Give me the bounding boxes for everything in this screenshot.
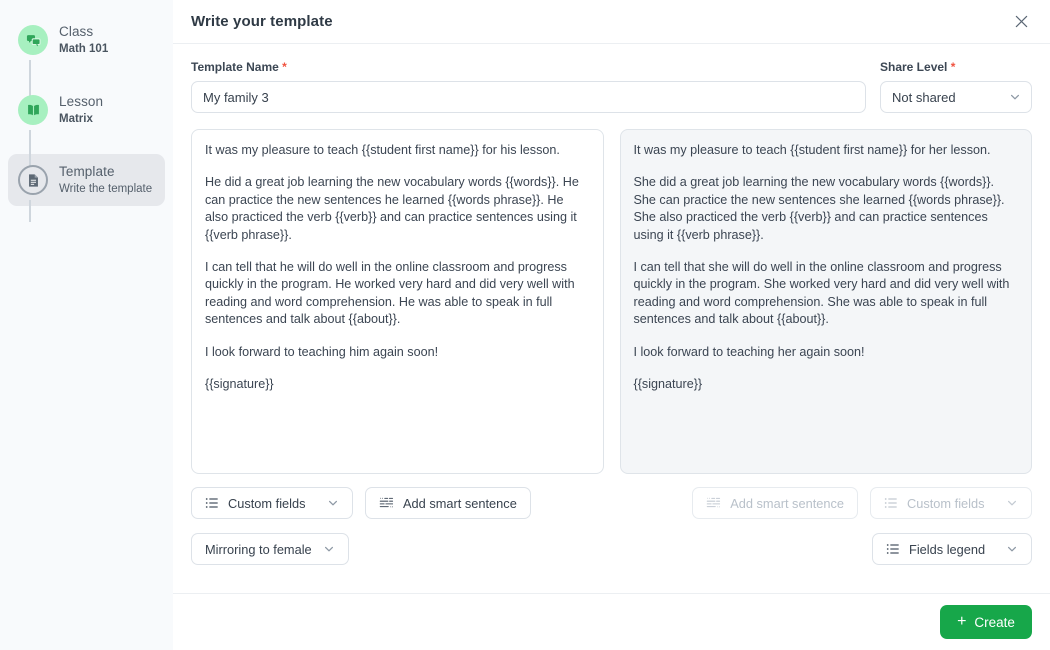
step-list: Class Math 101 Lesson Matrix Template Wr… bbox=[0, 14, 173, 222]
male-paragraph: It was my pleasure to teach {{student fi… bbox=[205, 143, 560, 157]
mirroring-label: Mirroring to female bbox=[205, 541, 312, 557]
female-paragraph: I look forward to teaching her again soo… bbox=[633, 344, 865, 359]
plus-icon: + bbox=[957, 613, 967, 630]
chevron-down-icon bbox=[1006, 497, 1018, 509]
template-name-label: Template Name * bbox=[191, 60, 866, 74]
custom-fields-button-left[interactable]: Custom fields bbox=[191, 487, 353, 519]
chevron-down-icon bbox=[1009, 91, 1021, 103]
add-smart-sentence-label-left: Add smart sentence bbox=[403, 495, 517, 511]
editor-toolbar-left: Custom fields Add smart sentence bbox=[191, 487, 604, 519]
male-paragraph: He did a great job learning the new voca… bbox=[205, 175, 579, 242]
female-paragraph: {{signature}} bbox=[633, 377, 703, 392]
share-level-label: Share Level * bbox=[880, 60, 1032, 74]
sidebar-item-class-subtitle: Math 101 bbox=[59, 43, 109, 56]
fields-legend-button[interactable]: Fields legend bbox=[872, 533, 1032, 565]
chevron-down-icon bbox=[1006, 543, 1018, 555]
list-icon bbox=[886, 542, 900, 556]
template-name-input[interactable] bbox=[191, 81, 866, 113]
modal-header: Write your template bbox=[173, 0, 1050, 44]
sidebar-item-lesson-text: Lesson Matrix bbox=[59, 94, 103, 126]
female-paragraph: It was my pleasure to teach {{student fi… bbox=[633, 143, 991, 157]
template-name-field: Template Name * bbox=[191, 60, 866, 113]
sidebar-item-lesson-title: Lesson bbox=[59, 93, 104, 109]
chevron-down-icon bbox=[323, 543, 335, 555]
female-paragraph: She did a great job learning the new voc… bbox=[633, 175, 1005, 242]
step-connector-3 bbox=[29, 200, 31, 222]
share-level-label-text: Share Level bbox=[880, 60, 948, 74]
template-modal: Write your template Template Name * My f… bbox=[173, 0, 1050, 650]
sidebar-item-template-text: Template Write the template bbox=[59, 164, 152, 196]
male-paragraph: I can tell that he will do well in the o… bbox=[205, 260, 575, 327]
share-level-value: Not shared bbox=[892, 89, 956, 105]
close-icon[interactable] bbox=[1010, 11, 1032, 33]
book-icon bbox=[18, 95, 48, 125]
page-title: Write your template bbox=[191, 13, 333, 30]
editor-panels: It was my pleasure to teach {{student fi… bbox=[191, 129, 1032, 474]
share-level-field: Share Level * Not shared bbox=[880, 60, 1032, 113]
custom-fields-button-right: Custom fields bbox=[870, 487, 1032, 519]
editor-toolbar-right: Add smart sentence Custom fields bbox=[620, 487, 1032, 519]
add-smart-sentence-label-right: Add smart sentence bbox=[730, 495, 844, 511]
editor-toolbar-row: Custom fields Add smart sentence Add sma… bbox=[191, 487, 1032, 519]
mirroring-group: Mirroring to female bbox=[191, 533, 872, 565]
sidebar-item-template-subtitle: Write the template bbox=[59, 183, 153, 196]
list-icon bbox=[884, 496, 898, 510]
share-level-select[interactable]: Not shared bbox=[880, 81, 1032, 113]
app-root: Class Math 101 Lesson Matrix Template Wr… bbox=[0, 0, 1050, 650]
fields-legend-group: Fields legend bbox=[872, 533, 1032, 565]
sidebar-item-class-text: Class Math 101 bbox=[59, 24, 108, 56]
sidebar-item-class[interactable]: Class Math 101 bbox=[8, 14, 165, 66]
male-template-editor[interactable]: It was my pleasure to teach {{student fi… bbox=[191, 129, 604, 474]
modal-footer: + Create bbox=[173, 593, 1050, 650]
secondary-toolbar-row: Mirroring to female Fields legend bbox=[191, 533, 1032, 565]
sidebar-item-class-title: Class bbox=[59, 23, 94, 39]
mirroring-select[interactable]: Mirroring to female bbox=[191, 533, 349, 565]
modal-body: Template Name * Share Level * Not shared bbox=[173, 44, 1050, 593]
list-icon bbox=[205, 496, 219, 510]
smart-sentence-icon bbox=[379, 496, 394, 510]
male-paragraph: I look forward to teaching him again soo… bbox=[205, 344, 439, 359]
create-button-label: Create bbox=[974, 614, 1015, 630]
female-template-editor: It was my pleasure to teach {{student fi… bbox=[619, 129, 1032, 474]
custom-fields-label-right: Custom fields bbox=[907, 495, 985, 511]
male-paragraph: {{signature}} bbox=[205, 377, 274, 392]
chat-class-icon bbox=[18, 25, 48, 55]
chevron-down-icon bbox=[327, 497, 339, 509]
sidebar-item-template[interactable]: Template Write the template bbox=[8, 154, 165, 206]
female-paragraph: I can tell that she will do well in the … bbox=[633, 260, 1010, 327]
template-name-label-text: Template Name bbox=[191, 60, 279, 74]
document-icon bbox=[18, 165, 48, 195]
add-smart-sentence-button-left[interactable]: Add smart sentence bbox=[365, 487, 531, 519]
required-asterisk: * bbox=[950, 60, 956, 74]
sidebar-item-template-title: Template bbox=[59, 163, 115, 179]
form-field-row: Template Name * Share Level * Not shared bbox=[191, 60, 1032, 113]
add-smart-sentence-button-right: Add smart sentence bbox=[692, 487, 858, 519]
custom-fields-label-left: Custom fields bbox=[228, 495, 306, 511]
smart-sentence-icon bbox=[706, 496, 721, 510]
create-button[interactable]: + Create bbox=[940, 605, 1032, 639]
required-asterisk: * bbox=[282, 60, 287, 74]
fields-legend-label: Fields legend bbox=[909, 541, 986, 557]
sidebar: Class Math 101 Lesson Matrix Template Wr… bbox=[0, 0, 173, 650]
sidebar-item-lesson-subtitle: Matrix bbox=[59, 113, 93, 126]
sidebar-item-lesson[interactable]: Lesson Matrix bbox=[8, 84, 165, 136]
